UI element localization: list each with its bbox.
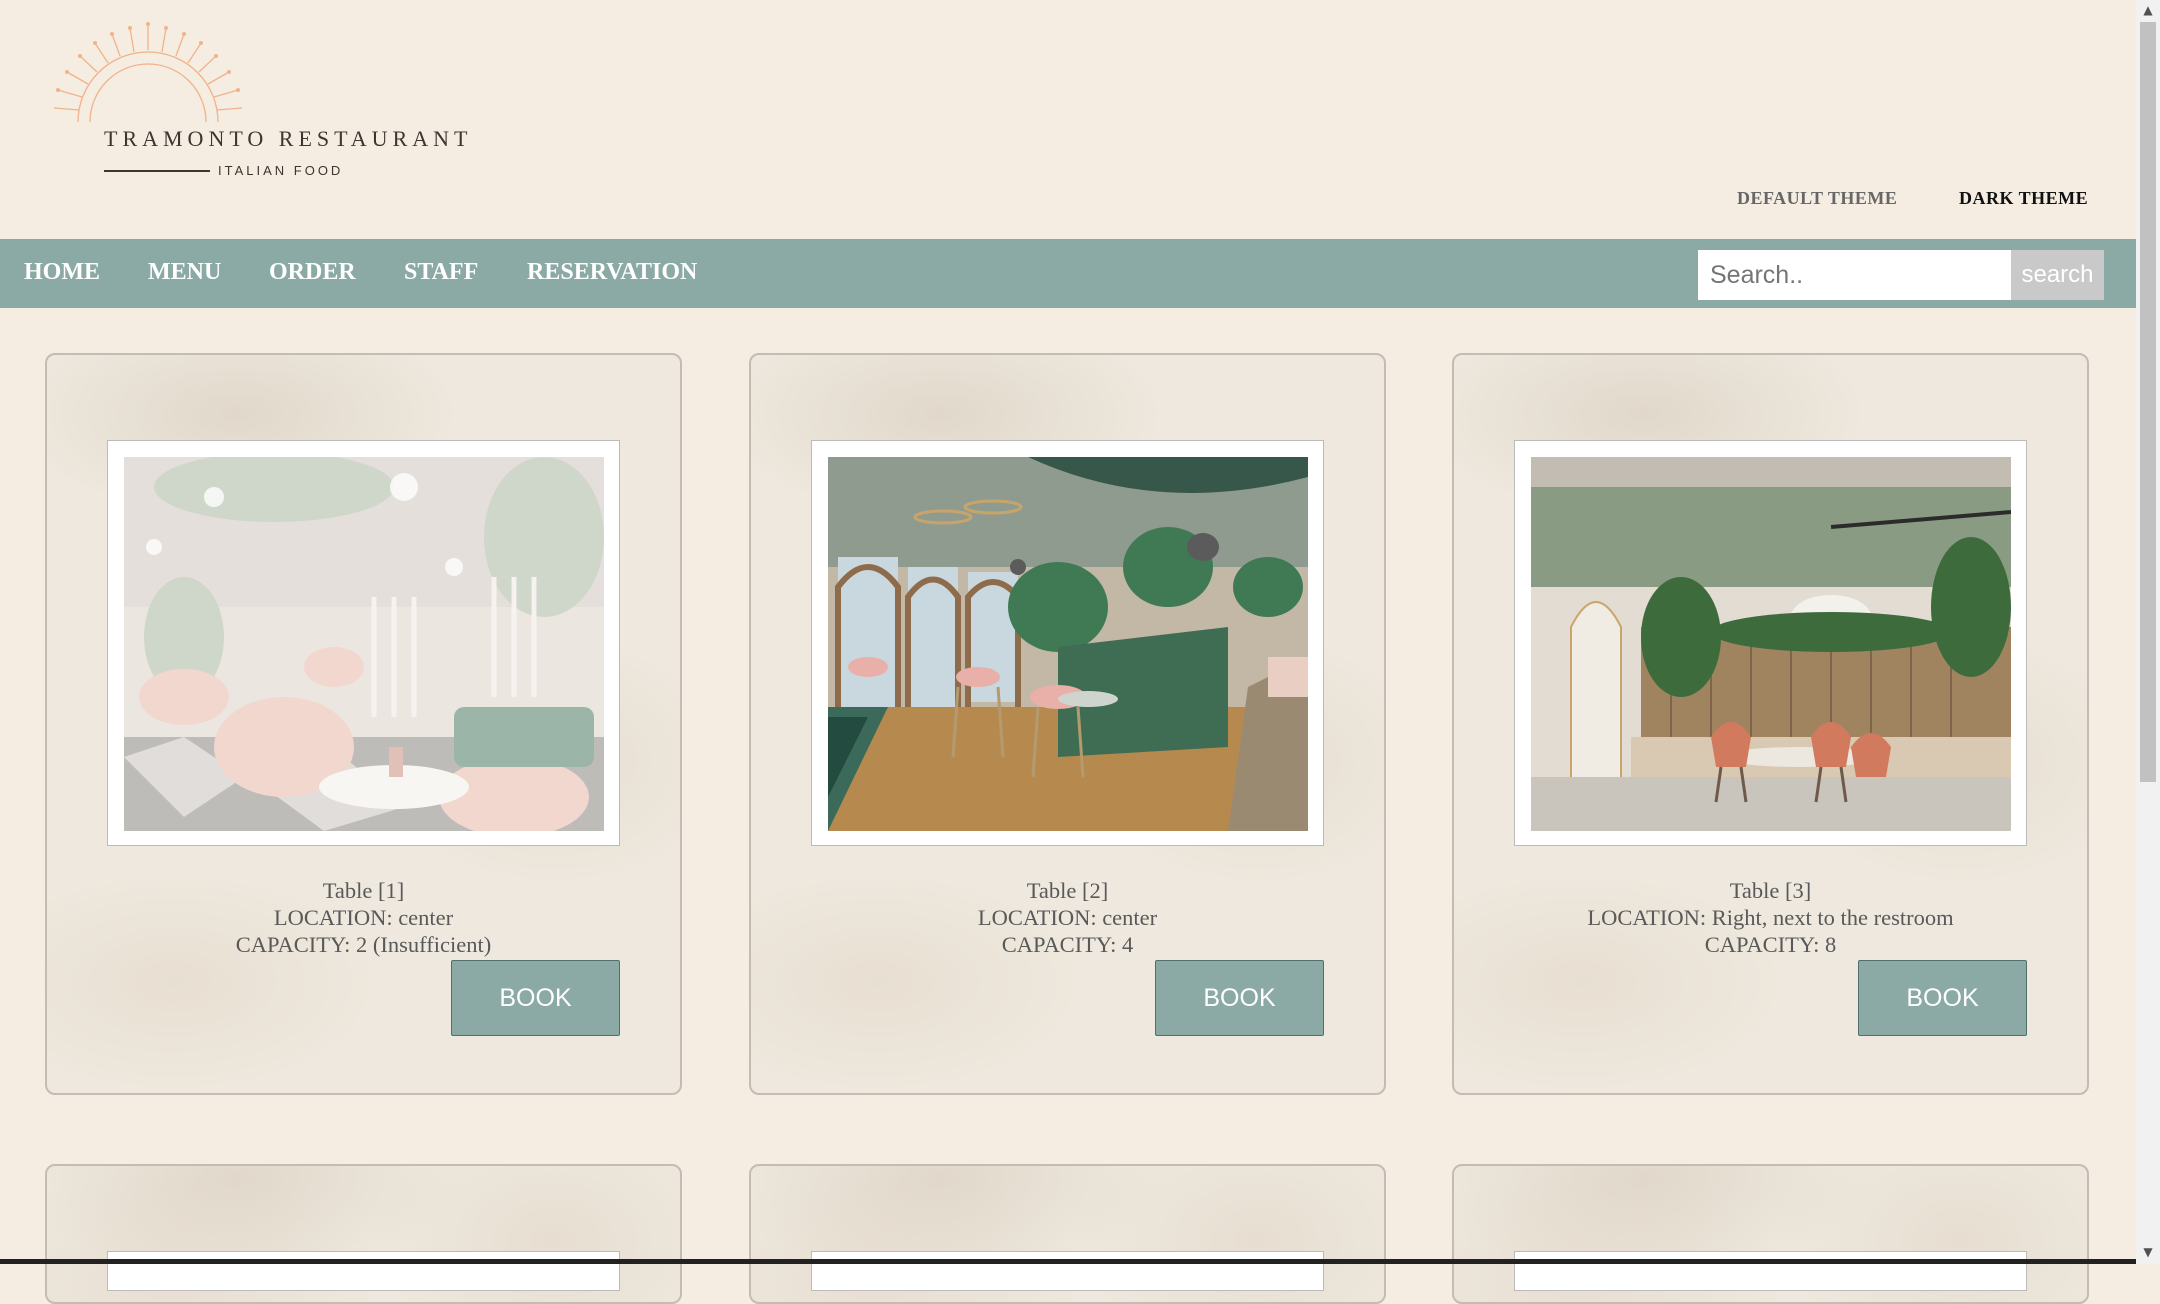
table-photo-frame <box>107 1251 620 1291</box>
table-card-2: Table [2] LOCATION: center CAPACITY: 4 B… <box>749 353 1386 1095</box>
page-scrollbar[interactable]: ▲ ▼ <box>2136 0 2160 1264</box>
table-photo-1 <box>124 457 604 831</box>
nav-menu[interactable]: MENU <box>148 259 221 286</box>
window-bottom-edge <box>0 1259 2136 1264</box>
table-card-3: Table [3] LOCATION: Right, next to the r… <box>1452 353 2089 1095</box>
table-card-5 <box>749 1164 1386 1304</box>
table-info: Table [1] LOCATION: center CAPACITY: 2 (… <box>47 877 680 958</box>
nav-home[interactable]: HOME <box>24 259 100 286</box>
scrollbar-thumb[interactable] <box>2140 22 2156 782</box>
table-photo-frame <box>811 440 1324 846</box>
dark-theme-link[interactable]: DARK THEME <box>1959 188 2088 209</box>
search-button[interactable]: search <box>2011 250 2104 300</box>
table-card-1: Table [1] LOCATION: center CAPACITY: 2 (… <box>45 353 682 1095</box>
table-capacity: CAPACITY: 4 <box>1001 932 1134 957</box>
table-capacity: CAPACITY: 8 <box>1704 932 1837 957</box>
table-info: Table [2] LOCATION: center CAPACITY: 4 <box>751 877 1384 958</box>
default-theme-link[interactable]: DEFAULT THEME <box>1737 188 1897 209</box>
table-photo-frame <box>1514 440 2027 846</box>
sun-logo-icon <box>53 22 243 123</box>
restaurant-logo[interactable]: TRAMONTO RESTAURANT ITALIAN FOOD <box>48 22 467 182</box>
table-photo-frame <box>1514 1251 2027 1291</box>
table-photo-3 <box>1531 457 2011 831</box>
table-capacity: CAPACITY: 2 (Insufficient) <box>235 932 492 957</box>
table-photo-frame <box>107 440 620 846</box>
nav-order[interactable]: ORDER <box>269 259 356 286</box>
nav-staff[interactable]: STAFF <box>404 259 478 286</box>
restaurant-tagline: ITALIAN FOOD <box>218 163 344 178</box>
search-input[interactable] <box>1698 250 2011 300</box>
scroll-up-icon[interactable]: ▲ <box>2140 2 2156 18</box>
book-button[interactable]: BOOK <box>1858 960 2027 1036</box>
nav-reservation[interactable]: RESERVATION <box>527 259 697 286</box>
restaurant-name: TRAMONTO RESTAURANT <box>104 126 473 151</box>
logo-divider <box>104 170 210 172</box>
main-navigation: HOME MENU ORDER STAFF RESERVATION search <box>0 239 2136 308</box>
table-title: Table [1] <box>322 878 405 903</box>
theme-switcher: DEFAULT THEME DARK THEME <box>0 188 2136 212</box>
scroll-down-icon[interactable]: ▼ <box>2140 1244 2156 1260</box>
table-title: Table [2] <box>1026 878 1109 903</box>
table-card-6 <box>1452 1164 2089 1304</box>
table-photo-2 <box>828 457 1308 831</box>
site-header: TRAMONTO RESTAURANT ITALIAN FOOD DEFAULT… <box>0 0 2136 239</box>
book-button[interactable]: BOOK <box>1155 960 1324 1036</box>
table-title: Table [3] <box>1729 878 1812 903</box>
table-location: LOCATION: center <box>977 905 1158 930</box>
table-info: Table [3] LOCATION: Right, next to the r… <box>1454 877 2087 958</box>
table-photo-frame <box>811 1251 1324 1291</box>
table-card-4 <box>45 1164 682 1304</box>
book-button[interactable]: BOOK <box>451 960 620 1036</box>
table-location: LOCATION: center <box>273 905 454 930</box>
table-location: LOCATION: Right, next to the restroom <box>1587 905 1954 930</box>
